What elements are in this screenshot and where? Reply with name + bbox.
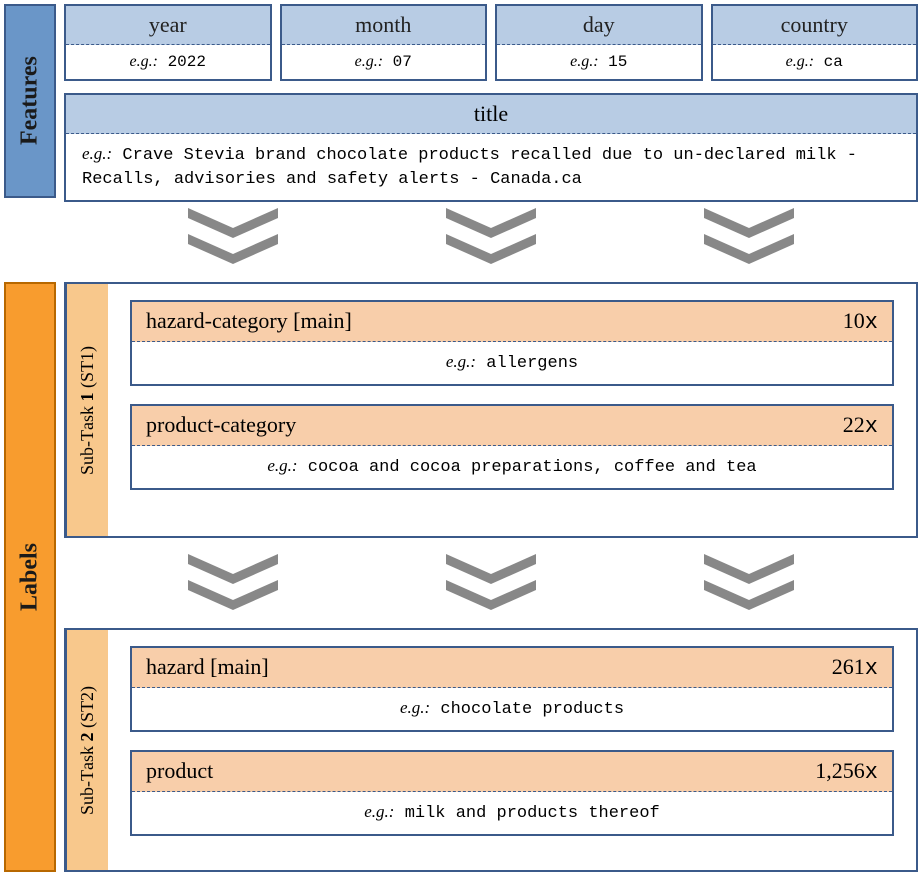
count-value: 261 (832, 654, 865, 679)
x-suffix: x (865, 414, 878, 439)
diagram-container: Features Labels year e.g.: 2022 month e.… (0, 0, 924, 878)
feature-example: Crave Stevia brand chocolate products re… (82, 146, 857, 189)
feature-day: day e.g.: 15 (495, 4, 703, 81)
count-value: 10 (843, 308, 865, 333)
feature-example: 2022 (168, 53, 206, 71)
chevron-down-icon (188, 208, 278, 264)
labels-section-label: Labels (4, 282, 56, 872)
label-count: 1,256x (815, 758, 878, 785)
subtask-2-content: hazard [main] 261x e.g.: chocolate produ… (108, 630, 916, 870)
feature-example: 07 (393, 53, 412, 71)
x-suffix: x (865, 760, 878, 785)
chevron-down-icon (446, 208, 536, 264)
feature-body: e.g.: 07 (282, 45, 486, 79)
feature-head: country (713, 6, 917, 45)
label-count: 261x (832, 654, 878, 681)
label-head: product-category 22x (132, 406, 892, 446)
feature-month: month e.g.: 07 (280, 4, 488, 81)
chevron-down-icon (704, 208, 794, 264)
label-body: e.g.: milk and products thereof (132, 792, 892, 834)
chevron-row-1 (64, 208, 918, 264)
chevron-row-2 (64, 554, 918, 610)
label-name: product-category (146, 412, 296, 438)
count-value: 22 (843, 412, 865, 437)
eg-prefix: e.g.: (786, 53, 814, 70)
subtask-1-content: hazard-category [main] 10x e.g.: allerge… (108, 284, 916, 536)
feature-head: month (282, 6, 486, 45)
chevron-down-icon (446, 554, 536, 610)
eg-prefix: e.g.: (82, 144, 112, 163)
label-example: cocoa and cocoa preparations, coffee and… (308, 458, 757, 477)
label-head: product 1,256x (132, 752, 892, 792)
feature-body: e.g.: ca (713, 45, 917, 79)
feature-body: e.g.: Crave Stevia brand chocolate produ… (66, 134, 916, 200)
subtask-2-label: Sub-Task 2 (ST2) (66, 630, 108, 870)
feature-body: e.g.: 15 (497, 45, 701, 79)
label-head: hazard-category [main] 10x (132, 302, 892, 342)
chevron-down-icon (188, 554, 278, 610)
chevron-down-icon (704, 554, 794, 610)
label-count: 10x (843, 308, 878, 335)
label-count: 22x (843, 412, 878, 439)
eg-prefix: e.g.: (446, 352, 476, 371)
feature-body: e.g.: 2022 (66, 45, 270, 79)
feature-year: year e.g.: 2022 (64, 4, 272, 81)
feature-row-top: year e.g.: 2022 month e.g.: 07 day e.g.:… (64, 4, 918, 81)
subtask-2-box: Sub-Task 2 (ST2) hazard [main] 261x e.g.… (64, 628, 918, 872)
label-example: chocolate products (440, 700, 624, 719)
label-example: milk and products thereof (405, 804, 660, 823)
x-suffix: x (865, 656, 878, 681)
features-section-label: Features (4, 4, 56, 198)
feature-country: country e.g.: ca (711, 4, 919, 81)
feature-example: ca (824, 53, 843, 71)
label-product-category: product-category 22x e.g.: cocoa and coc… (130, 404, 894, 490)
label-example: allergens (486, 354, 578, 373)
label-body: e.g.: allergens (132, 342, 892, 384)
features-area: year e.g.: 2022 month e.g.: 07 day e.g.:… (64, 4, 918, 202)
subtask-1-box: Sub-Task 1 (ST1) hazard-category [main] … (64, 282, 918, 538)
feature-example: 15 (608, 53, 627, 71)
eg-prefix: e.g.: (130, 53, 158, 70)
label-product: product 1,256x e.g.: milk and products t… (130, 750, 894, 836)
feature-title: title e.g.: Crave Stevia brand chocolate… (64, 93, 918, 202)
label-body: e.g.: chocolate products (132, 688, 892, 730)
label-hazard-category: hazard-category [main] 10x e.g.: allerge… (130, 300, 894, 386)
label-name: hazard [main] (146, 654, 269, 680)
feature-head: title (66, 95, 916, 134)
eg-prefix: e.g.: (364, 802, 394, 821)
eg-prefix: e.g.: (355, 53, 383, 70)
eg-prefix: e.g.: (267, 456, 297, 475)
label-name: product (146, 758, 213, 784)
label-hazard: hazard [main] 261x e.g.: chocolate produ… (130, 646, 894, 732)
feature-head: year (66, 6, 270, 45)
eg-prefix: e.g.: (570, 53, 598, 70)
count-value: 1,256 (815, 758, 865, 783)
label-name: hazard-category [main] (146, 308, 352, 334)
x-suffix: x (865, 310, 878, 335)
eg-prefix: e.g.: (400, 698, 430, 717)
label-body: e.g.: cocoa and cocoa preparations, coff… (132, 446, 892, 488)
label-head: hazard [main] 261x (132, 648, 892, 688)
subtask-1-label: Sub-Task 1 (ST1) (66, 284, 108, 536)
feature-head: day (497, 6, 701, 45)
